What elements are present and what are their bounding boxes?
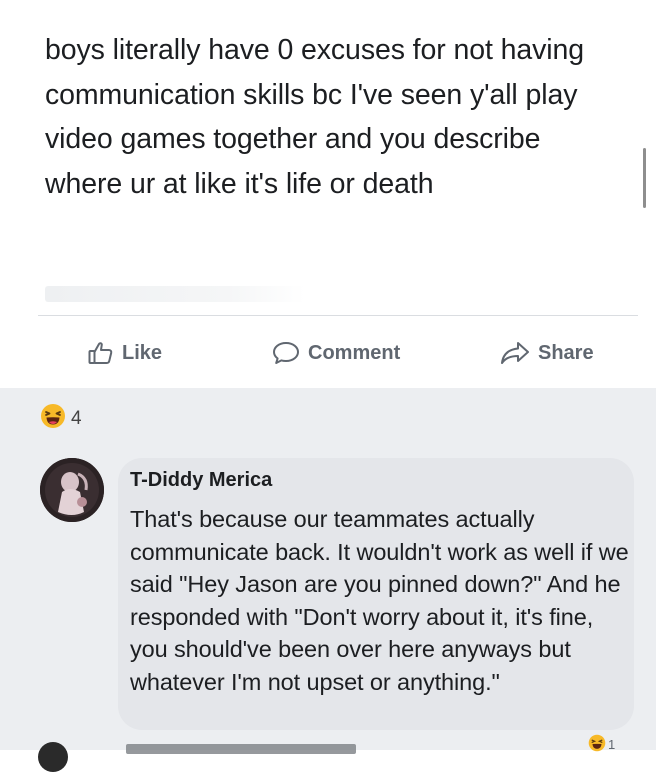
avatar[interactable] [40, 458, 104, 522]
comment-author[interactable]: T-Diddy Merica [130, 469, 272, 492]
faded-text-placeholder [45, 286, 305, 302]
speech-bubble-icon [272, 341, 300, 365]
scrollbar-thumb[interactable] [643, 148, 646, 208]
comment-text: That's because our teammates actually co… [130, 506, 629, 695]
share-button[interactable]: Share [500, 330, 594, 376]
comment-label: Comment [308, 341, 401, 364]
comment-reaction[interactable]: 1 [588, 734, 615, 755]
thumbs-up-icon [88, 341, 114, 365]
like-button[interactable]: Like [88, 330, 162, 376]
next-comment-author-placeholder [126, 744, 356, 754]
reaction-summary[interactable]: 4 [40, 403, 82, 435]
reaction-count: 4 [71, 408, 82, 429]
post-card: boys literally have 0 excuses for not ha… [0, 0, 656, 388]
post-divider [38, 315, 638, 316]
haha-emoji-icon [40, 403, 66, 435]
post-action-bar: Like Comment Share [0, 330, 656, 376]
like-label: Like [122, 341, 163, 364]
comment-button[interactable]: Comment [272, 330, 400, 376]
post-text: boys literally have 0 excuses for not ha… [45, 34, 584, 200]
haha-emoji-icon [588, 734, 606, 755]
share-arrow-icon [500, 341, 530, 365]
next-comment-avatar[interactable] [38, 742, 68, 772]
share-label: Share [538, 341, 594, 364]
